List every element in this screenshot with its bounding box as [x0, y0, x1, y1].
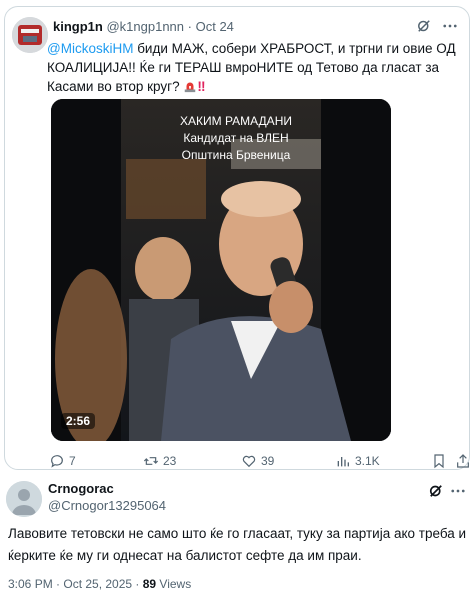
like-count: 39 — [261, 454, 275, 468]
views-count: 3.1K — [355, 454, 380, 468]
reply-count: 7 — [69, 454, 76, 468]
retweet-count: 23 — [163, 454, 177, 468]
grok-icon[interactable] — [415, 17, 433, 35]
retweet-button[interactable]: 23 — [143, 453, 176, 469]
quoted-tweet-text: @MickoskiHM биди МАЖ, собери ХРАБРОСТ, и… — [47, 39, 463, 96]
like-icon — [242, 455, 256, 468]
reply-author-handle[interactable]: @Crnogor13295064 — [48, 498, 166, 513]
caption-line-1: ХАКИМ РАМАДАНИ — [180, 114, 292, 128]
views-icon — [337, 457, 349, 467]
reply-button[interactable]: 7 — [49, 453, 76, 469]
tweet-timestamp[interactable]: 3:06 PM · Oct 25, 2025 · — [8, 577, 143, 591]
tweet-meta: 3:06 PM · Oct 25, 2025 · 89 Views — [8, 577, 191, 591]
video-caption: ХАКИМ РАМАДАНИ Кандидат на ВЛЕН Општина … — [169, 113, 303, 164]
bookmark-icon[interactable] — [431, 453, 447, 469]
views-button[interactable]: 3.1K — [335, 453, 380, 469]
video-duration: 2:56 — [61, 413, 96, 429]
grok-icon[interactable] — [427, 482, 445, 500]
views-label: Views — [156, 577, 192, 591]
retweet-icon — [143, 457, 159, 465]
caption-line-2: Кандидат на ВЛЕН — [183, 131, 289, 145]
more-icon[interactable] — [441, 17, 459, 35]
reply-icon — [51, 455, 63, 468]
author-handle[interactable]: @k1ngp1nnn — [106, 19, 184, 34]
video-player[interactable]: ХАКИМ РАМАДАНИ Кандидат на ВЛЕН Општина … — [51, 99, 391, 441]
quoted-tweet-header: kingp1n @k1ngp1nnn · Oct 24 — [53, 19, 429, 34]
crnogorac-avatar[interactable] — [6, 481, 42, 517]
like-button[interactable]: 39 — [241, 453, 274, 469]
header-separator: · — [187, 19, 192, 34]
double-exclamation: ‼ — [197, 79, 206, 94]
caption-line-3: Општина Брвеница — [181, 148, 291, 162]
share-icon[interactable] — [455, 453, 471, 469]
tweet-action-bar: 7 23 39 3.1K — [49, 453, 469, 471]
author-display-name[interactable]: kingp1n — [53, 19, 103, 34]
tweet-date[interactable]: Oct 24 — [196, 19, 234, 34]
quoted-tweet-card[interactable]: kingp1n @k1ngp1nnn · Oct 24 @MickoskiHM … — [4, 6, 470, 470]
kingp1n-avatar[interactable] — [12, 17, 48, 53]
more-icon[interactable] — [449, 482, 467, 500]
reply-author-name[interactable]: Crnogorac — [48, 481, 114, 496]
reply-tweet-text: Лавовите тетовски не само што ќе го глас… — [8, 526, 467, 563]
siren-emoji-icon — [185, 82, 196, 93]
views-number: 89 — [142, 577, 157, 591]
mention-link[interactable]: @MickoskiHM — [47, 41, 133, 56]
